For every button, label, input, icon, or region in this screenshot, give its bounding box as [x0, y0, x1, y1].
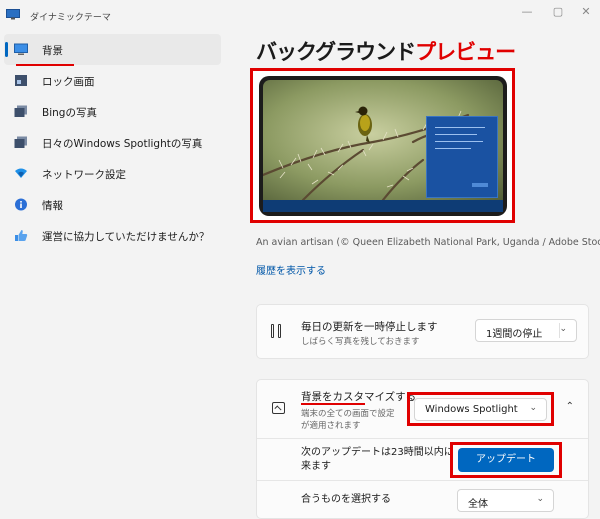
customize-title: 背景をカスタマイズする — [301, 391, 417, 403]
sidebar: 背景 ロック画面 Bingの写真 日々のWindows Spotlightの写真… — [0, 34, 225, 251]
divider — [257, 480, 588, 481]
sidebar-item-label: Bingの写真 — [42, 107, 97, 119]
update-button[interactable]: アップデート — [458, 448, 554, 472]
sidebar-item-background[interactable]: 背景 — [4, 34, 221, 66]
wifi-icon — [15, 168, 27, 178]
sidebar-item-spotlight-photos[interactable]: 日々のWindows Spotlightの写真 — [4, 127, 221, 158]
customize-background-card: 背景をカスタマイズする 端末の全ての画面で設定 が適用されます Windows … — [256, 379, 589, 519]
minimize-button[interactable]: — — [517, 5, 537, 19]
sidebar-item-label: ネットワーク設定 — [42, 169, 126, 181]
sidebar-item-label: 情報 — [42, 200, 63, 212]
sidebar-item-lock-screen[interactable]: ロック画面 — [4, 65, 221, 96]
sidebar-item-label: 背景 — [42, 45, 63, 57]
page-title-part1: バックグラウンド — [256, 40, 416, 64]
image-icon — [272, 402, 285, 414]
pause-subtitle: しばらく写真を残しておきます — [301, 337, 420, 347]
pause-duration-value: 1週間の停止 — [486, 329, 543, 340]
window-title: ダイナミックテーマ — [30, 13, 111, 23]
background-type-dropdown[interactable]: Windows Spotlight ⌄ — [414, 398, 547, 421]
background-preview — [250, 68, 515, 223]
chevron-up-icon[interactable]: ⌃ — [566, 401, 574, 412]
maximize-button[interactable]: ▢ — [548, 5, 568, 19]
sidebar-item-network[interactable]: ネットワーク設定 — [4, 158, 221, 189]
sidebar-item-label: 日々のWindows Spotlightの写真 — [42, 138, 203, 150]
page-title: バックグラウンドプレビュー — [256, 36, 516, 66]
preview-device-frame — [259, 76, 507, 216]
preview-taskbar — [263, 200, 503, 212]
sidebar-item-label: 運営に協力していただけませんか？ — [42, 231, 210, 243]
lock-screen-icon — [15, 75, 27, 86]
desktop-icon — [14, 43, 28, 55]
chevron-down-icon: ⌄ — [559, 324, 567, 334]
pause-title: 毎日の更新を一時停止します — [301, 321, 438, 333]
match-dropdown[interactable]: 全体 ⌄ — [457, 489, 554, 512]
sidebar-item-label: ロック画面 — [42, 76, 95, 88]
pause-updates-card: 毎日の更新を一時停止します しばらく写真を残しておきます 1週間の停止 ⌄ — [256, 304, 589, 359]
active-indicator — [5, 42, 8, 57]
next-update-line1: 次のアップデートは23時間以内に — [301, 447, 454, 458]
chevron-down-icon: ⌄ — [529, 403, 537, 413]
divider — [257, 438, 588, 439]
sidebar-item-bing-photos[interactable]: Bingの写真 — [4, 96, 221, 127]
customize-subtitle-line1: 端末の全ての画面で設定 — [301, 409, 395, 419]
spotlight-photos-icon — [14, 136, 27, 148]
preview-window-mockup — [426, 116, 498, 198]
title-bar: ダイナミックテーマ — ▢ ✕ — [0, 0, 600, 30]
photos-icon — [14, 105, 27, 117]
match-label: 合うものを選択する — [301, 494, 391, 505]
customize-subtitle-line2: が適用されます — [301, 421, 361, 431]
next-update-line2: 来ます — [301, 461, 331, 472]
image-caption: An avian artisan (© Queen Elizabeth Nati… — [256, 237, 600, 248]
info-icon — [15, 198, 27, 211]
view-history-link[interactable]: 履歴を表示する — [256, 262, 326, 277]
close-button[interactable]: ✕ — [576, 5, 596, 19]
sidebar-item-feedback[interactable]: 運営に協力していただけませんか？ — [4, 220, 221, 251]
match-value: 全体 — [468, 499, 488, 510]
pause-duration-dropdown[interactable]: 1週間の停止 ⌄ — [475, 319, 577, 342]
app-icon — [6, 9, 20, 20]
page-title-part2: プレビュー — [415, 40, 516, 64]
thumbs-up-icon — [15, 230, 28, 241]
sidebar-item-info[interactable]: 情報 — [4, 189, 221, 220]
pause-icon — [270, 324, 284, 339]
red-highlight-underline — [301, 403, 365, 405]
background-type-value: Windows Spotlight — [425, 404, 518, 415]
chevron-down-icon: ⌄ — [536, 494, 544, 504]
